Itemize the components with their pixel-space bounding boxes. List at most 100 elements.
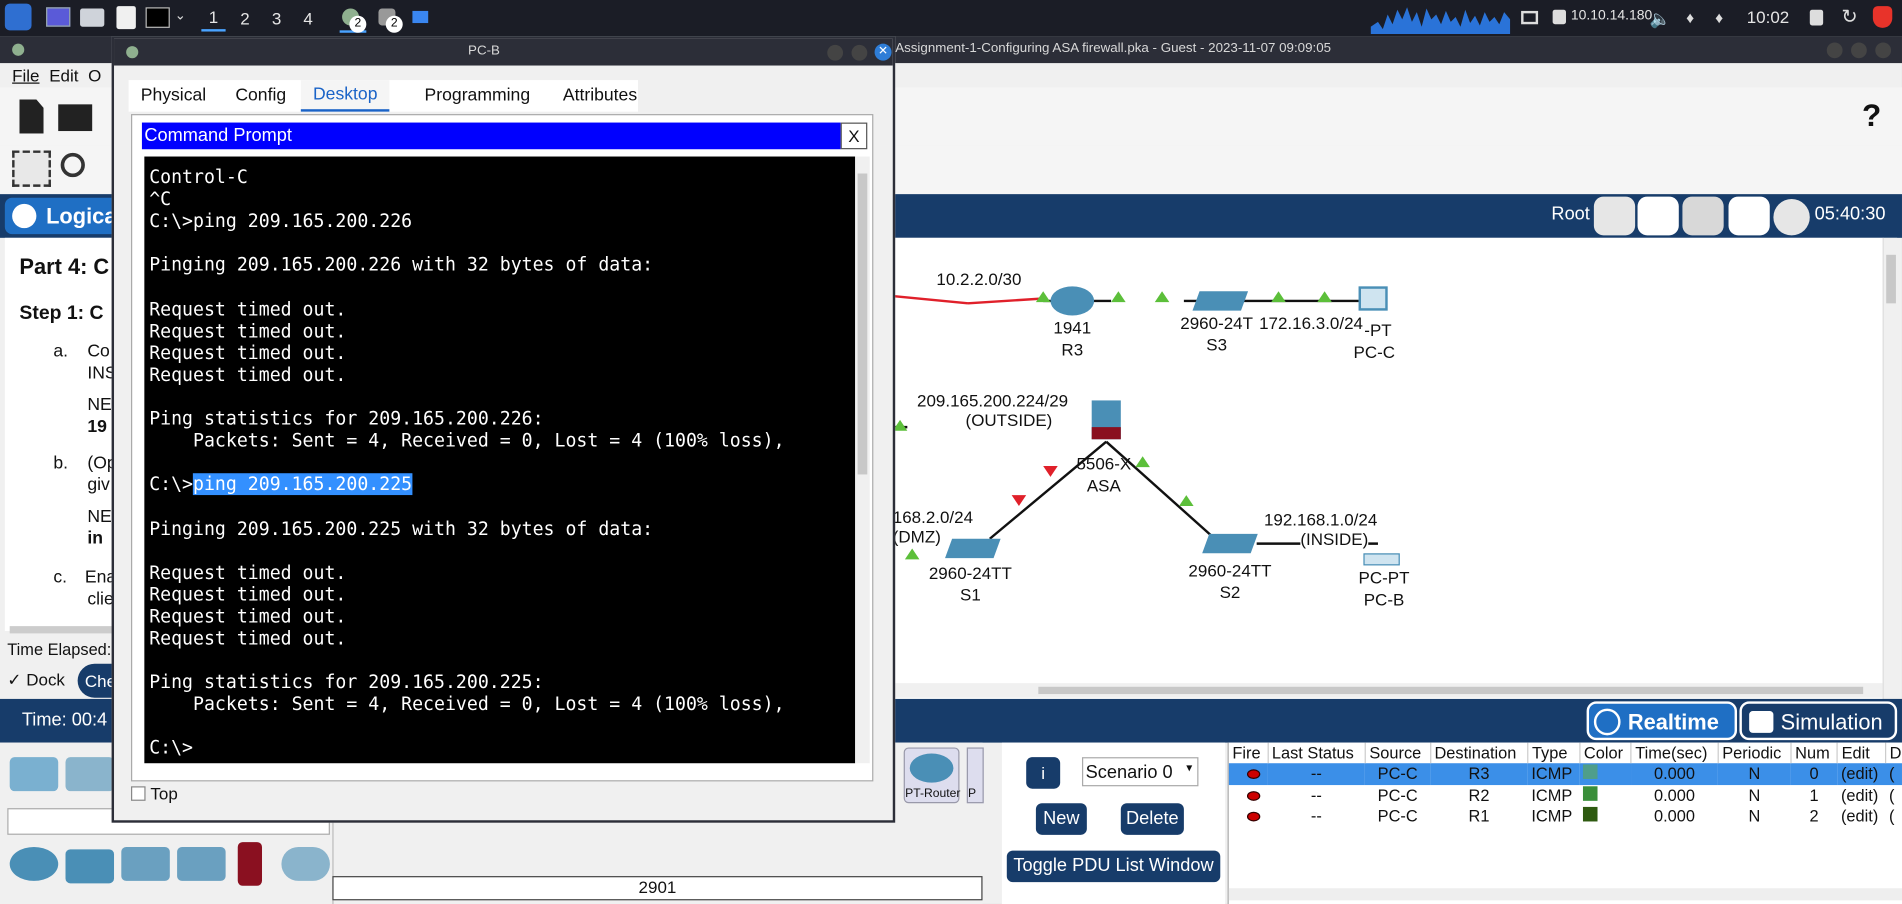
top-checkbox[interactable]: [131, 786, 146, 801]
help-icon[interactable]: ?: [1862, 97, 1881, 135]
pdu-row[interactable]: -- PC-C R3 ICMP 0.000 N 0 (edit) (: [1228, 763, 1902, 785]
dock-checkbox[interactable]: ✓ Dock: [7, 670, 65, 691]
back-arrow-icon[interactable]: [1593, 196, 1636, 236]
packet-tracer-task-icon[interactable]: 2: [339, 6, 367, 33]
pt-router-icon-2[interactable]: P: [966, 747, 984, 804]
maximize-button[interactable]: [851, 44, 868, 61]
pdu-cell: (: [1889, 764, 1895, 783]
switch-icon[interactable]: [1202, 533, 1258, 554]
pdu-cell: ICMP: [1531, 807, 1573, 826]
network-label: 172.16.3.0/24: [1259, 313, 1363, 333]
select-tool-icon[interactable]: [12, 150, 51, 187]
workspace-1[interactable]: 1: [201, 5, 226, 32]
pt-router-icon[interactable]: PT-Router: [903, 747, 960, 804]
tab-desktop[interactable]: Desktop: [300, 80, 390, 112]
background-image-icon[interactable]: [1728, 196, 1770, 236]
open-folder-icon[interactable]: [58, 104, 93, 132]
firewall-icon[interactable]: [1091, 400, 1121, 440]
realtime-button[interactable]: Realtime: [1586, 701, 1738, 741]
zoom-icon[interactable]: [60, 152, 85, 178]
new-file-icon[interactable]: [19, 99, 44, 134]
pdu-row[interactable]: -- PC-C R1 ICMP 0.000 N 2 (edit) (: [1229, 806, 1902, 827]
refresh-icon[interactable]: ↻: [1841, 5, 1857, 29]
column-header[interactable]: Time(sec): [1631, 742, 1719, 764]
security-category-icon[interactable]: [237, 842, 263, 886]
top-label: Top: [150, 783, 178, 804]
menu-file[interactable]: File: [12, 66, 39, 85]
minimize-button[interactable]: [827, 44, 844, 61]
display-icon[interactable]: [1521, 10, 1539, 25]
delete-scenario-button[interactable]: Delete: [1120, 803, 1184, 835]
switch-icon[interactable]: [945, 538, 1001, 559]
router-category-icon[interactable]: [9, 846, 59, 881]
notification-bell-icon[interactable]: ♦: [1686, 8, 1694, 26]
folder-task-icon[interactable]: [412, 10, 429, 24]
info-icon[interactable]: i: [1026, 757, 1061, 789]
logical-tab[interactable]: Logical: [4, 197, 127, 235]
pc-icon[interactable]: [1358, 286, 1388, 311]
network-devices-category-icon[interactable]: [9, 757, 59, 792]
pdu-scrollbar[interactable]: [1228, 888, 1902, 901]
column-header[interactable]: Fire: [1228, 742, 1269, 764]
desktop-icon[interactable]: [46, 7, 71, 27]
hub-category-icon[interactable]: [121, 846, 170, 881]
column-header[interactable]: Source: [1365, 742, 1431, 764]
column-header[interactable]: Color: [1579, 742, 1632, 764]
brave-shield-icon[interactable]: [1872, 6, 1893, 28]
end-devices-category-icon[interactable]: [65, 757, 115, 792]
tab-physical[interactable]: Physical: [129, 80, 219, 112]
move-icon[interactable]: [1682, 196, 1724, 236]
tab-programming[interactable]: Programming: [412, 80, 542, 112]
terminal-icon[interactable]: [145, 7, 170, 28]
menu-options[interactable]: O: [88, 66, 101, 85]
screen-lock-icon[interactable]: [1809, 9, 1824, 26]
pc-icon[interactable]: [1363, 553, 1400, 566]
packet-tracer-task-icon-2[interactable]: 2: [376, 6, 403, 33]
terminal-scrollbar[interactable]: [855, 156, 870, 764]
toggle-pdu-list-button[interactable]: Toggle PDU List Window: [1006, 850, 1221, 883]
column-header[interactable]: Num: [1790, 742, 1838, 764]
selected-command-text[interactable]: ping 209.165.200.225: [193, 473, 413, 496]
column-header[interactable]: Periodic: [1717, 742, 1792, 764]
wan-cloud-icon[interactable]: [281, 846, 330, 881]
scenario-select[interactable]: Scenario 0 ▾: [1081, 757, 1199, 787]
command-prompt-close-button[interactable]: X: [840, 122, 868, 150]
notification-bell-icon-2[interactable]: ♦: [1715, 8, 1723, 26]
topology-canvas[interactable]: 10.2.2.0/30 1941 R3 2960-24T S3 172.16.3…: [892, 237, 1883, 699]
close-icon[interactable]: ✕: [874, 43, 892, 61]
canvas-horizontal-scrollbar[interactable]: [892, 683, 1883, 698]
file-manager-icon[interactable]: [80, 8, 105, 27]
text-editor-icon[interactable]: [116, 6, 136, 30]
tab-config[interactable]: Config: [223, 80, 298, 112]
globe-time-icon[interactable]: [1773, 198, 1810, 236]
tab-attributes[interactable]: Attributes: [551, 80, 650, 112]
terminal-output[interactable]: Control-C ^C C:\>ping 209.165.200.226 Ping…: [144, 156, 856, 764]
router-icon[interactable]: [1050, 286, 1095, 316]
simulation-button[interactable]: Simulation: [1739, 701, 1898, 741]
terminal-line: Request timed out.: [149, 605, 347, 628]
list-marker: c.: [53, 567, 68, 588]
chevron-down-icon[interactable]: ⌄: [175, 7, 186, 23]
pdu-row[interactable]: -- PC-C R2 ICMP 0.000 N 1 (edit) (: [1229, 784, 1902, 805]
volume-icon[interactable]: 🔈: [1650, 8, 1671, 29]
column-header[interactable]: Last Status: [1267, 742, 1366, 764]
maximize-button[interactable]: [1851, 42, 1867, 59]
close-button[interactable]: [1875, 42, 1892, 59]
menu-edit[interactable]: Edit: [49, 66, 78, 85]
column-header[interactable]: D: [1885, 742, 1902, 764]
minimize-button[interactable]: [1826, 42, 1843, 59]
column-header[interactable]: Edit: [1837, 742, 1887, 764]
column-header[interactable]: Destination: [1430, 742, 1529, 764]
terminal-line: Ping statistics for 209.165.200.225:: [149, 671, 544, 694]
canvas-vertical-scrollbar[interactable]: [1882, 237, 1898, 699]
wireless-category-icon[interactable]: [177, 846, 226, 881]
workspace-2[interactable]: 2: [233, 5, 257, 32]
cloud-add-icon[interactable]: [1637, 196, 1679, 236]
workspace-4[interactable]: 4: [296, 5, 320, 32]
column-header[interactable]: Type: [1527, 742, 1581, 764]
switch-icon[interactable]: [1192, 291, 1249, 311]
workspace-3[interactable]: 3: [264, 5, 288, 32]
app-menu-icon[interactable]: [4, 3, 32, 31]
switch-category-icon[interactable]: [65, 849, 115, 884]
new-scenario-button[interactable]: New: [1035, 803, 1087, 835]
